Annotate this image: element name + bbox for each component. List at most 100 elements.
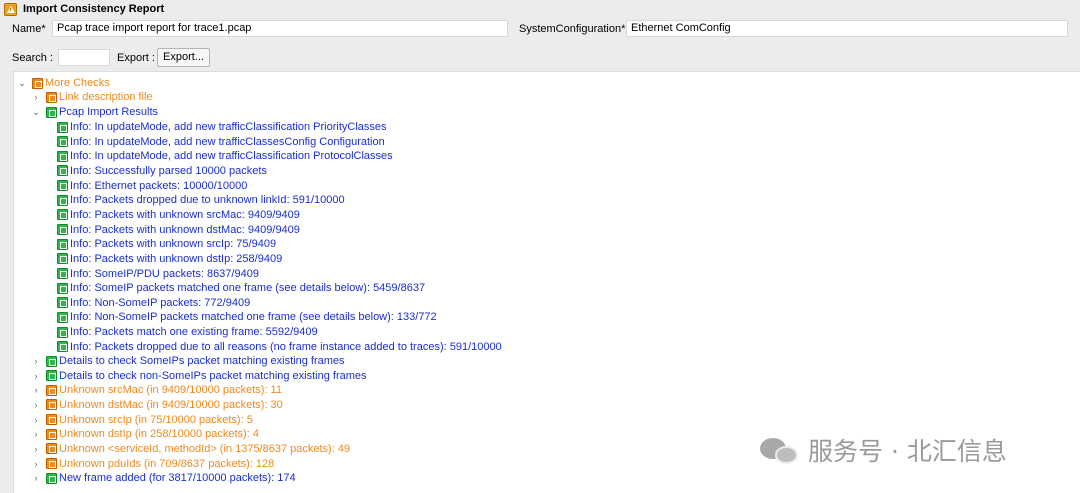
tree-node-group[interactable]: › Details to check SomeIPs packet matchin… — [31, 354, 345, 368]
chevron-down-icon[interactable]: ⌄ — [17, 78, 27, 88]
tree-node-label: Pcap Import Results — [59, 106, 159, 118]
green-document-icon — [46, 472, 57, 484]
tree-node-group[interactable]: › Unknown dstMac (in 9409/10000 packets):… — [31, 398, 283, 412]
tree-node-label: Info: In updateMode, add new trafficClas… — [70, 121, 387, 133]
name-label: Name* — [12, 22, 46, 35]
chevron-right-icon[interactable]: › — [31, 92, 41, 102]
chevron-right-icon[interactable]: › — [31, 400, 41, 410]
green-document-icon — [57, 341, 68, 353]
tree-node-info[interactable]: Info: Packets with unknown dstIp: 258/94… — [57, 252, 282, 266]
tree-node-label: Unknown srcMac (in 9409/10000 packets): … — [59, 384, 282, 397]
green-document-icon — [57, 165, 68, 177]
green-document-icon — [57, 311, 68, 323]
tree-node-label: Info: SomeIP/PDU packets: 8637/9409 — [70, 267, 259, 280]
green-document-icon — [57, 150, 68, 162]
tree-node-info[interactable]: Info: Packets match one existing frame: … — [57, 325, 318, 339]
tree-node-group[interactable]: › New frame added (for 3817/10000 packets… — [31, 471, 296, 485]
chevron-right-icon[interactable]: › — [31, 429, 41, 439]
tree-node-label: Info: Packets dropped due to unknown lin… — [70, 194, 345, 207]
tree-node-info[interactable]: Info: In updateMode, add new trafficClas… — [57, 120, 387, 134]
green-document-icon — [57, 121, 68, 133]
sysconfig-label: SystemConfiguration* — [519, 22, 626, 35]
orange-document-icon — [46, 414, 57, 426]
tree-node-info[interactable]: Info: SomeIP packets matched one frame (… — [57, 281, 425, 295]
orange-document-icon — [46, 399, 57, 411]
tree-node-label: Link description file — [59, 91, 153, 103]
tree-node-group[interactable]: › Unknown pduIds (in 709/8637 packets): 1… — [31, 457, 275, 471]
search-row: Search : Export : Export... — [12, 48, 210, 67]
orange-document-icon — [32, 77, 43, 89]
green-document-icon — [57, 297, 68, 309]
tree-node-label: Info: Ethernet packets: 10000/10000 — [70, 179, 248, 192]
chevron-right-icon[interactable]: › — [31, 444, 41, 454]
green-document-icon — [57, 209, 68, 221]
tree-node-info[interactable]: Info: Packets dropped due to unknown lin… — [57, 193, 345, 207]
tree-node-label: New frame added (for 3817/10000 packets)… — [59, 472, 296, 485]
tree-node-group[interactable]: › Unknown srcMac (in 9409/10000 packets):… — [31, 383, 282, 397]
tree-node-info[interactable]: Info: SomeIP/PDU packets: 8637/9409 — [57, 267, 259, 281]
tree-node-label: Info: In updateMode, add new trafficClas… — [70, 150, 393, 163]
tree-node-info[interactable]: Info: Successfully parsed 10000 packets — [57, 164, 267, 178]
name-field[interactable]: Pcap trace import report for trace1.pcap — [52, 20, 508, 37]
tree-node-label: Info: Successfully parsed 10000 packets — [70, 164, 267, 177]
orange-document-icon — [46, 91, 57, 103]
tree-node-label: Unknown dstMac (in 9409/10000 packets): … — [59, 398, 283, 411]
export-label: Export : — [117, 51, 155, 64]
tree-node-info[interactable]: Info: In updateMode, add new trafficClas… — [57, 149, 393, 163]
green-document-icon — [46, 106, 57, 118]
tree-node-label: Info: Packets with unknown dstIp: 258/94… — [70, 252, 283, 265]
chevron-right-icon[interactable]: › — [31, 473, 41, 483]
search-label: Search : — [12, 51, 53, 64]
tree-node-info[interactable]: Info: Non-SomeIP packets: 772/9409 — [57, 296, 250, 310]
report-tree[interactable]: ⌄ More Checks › Link description file ⌄ … — [13, 71, 1080, 493]
green-document-icon — [57, 180, 68, 192]
tree-node-info[interactable]: Info: In updateMode, add new trafficClas… — [57, 135, 385, 149]
export-button[interactable]: Export... — [157, 48, 210, 67]
tree-node-info[interactable]: Info: Packets with unknown srcIp: 75/940… — [57, 237, 276, 251]
tree-node-more-checks[interactable]: ⌄ More Checks — [17, 76, 110, 90]
tree-node-info[interactable]: Info: Ethernet packets: 10000/10000 — [57, 179, 247, 193]
tree-node-label: Details to check SomeIPs packet matching… — [59, 355, 345, 367]
tree-node-label: Unknown pduIds (in 709/8637 packets): 12… — [59, 457, 275, 470]
green-document-icon — [46, 370, 57, 382]
chevron-down-icon[interactable]: ⌄ — [31, 107, 41, 117]
green-document-icon — [57, 268, 68, 279]
watermark-text: 服务号 · 北汇信息 — [808, 437, 1007, 466]
tree-node-label: Info: Packets match one existing frame: … — [70, 326, 318, 339]
tree-node-pcap-results[interactable]: ⌄ Pcap Import Results — [31, 105, 158, 119]
sysconfig-row: SystemConfiguration* Ethernet ComConfig — [519, 20, 1068, 37]
orange-document-icon — [46, 443, 57, 455]
search-input[interactable] — [58, 49, 110, 66]
tree-node-group[interactable]: › Unknown <serviceId, methodId> (in 1375/… — [31, 442, 351, 456]
chevron-right-icon[interactable]: › — [31, 356, 41, 366]
green-document-icon — [57, 282, 68, 294]
tree-node-group[interactable]: › Unknown dstIp (in 258/10000 packets): 4 — [31, 427, 259, 441]
tree-node-info[interactable]: Info: Packets with unknown dstMac: 9409/… — [57, 223, 300, 237]
tree-node-label: Unknown dstIp (in 258/10000 packets): 4 — [59, 428, 259, 441]
wechat-icon — [760, 436, 800, 464]
tree-node-label: Info: Packets dropped due to all reasons… — [70, 340, 502, 353]
chevron-right-icon[interactable]: › — [31, 371, 41, 381]
green-document-icon — [57, 194, 68, 206]
tree-node-label: Details to check non-SomeIPs packet matc… — [59, 369, 367, 382]
tree-node-group[interactable]: › Details to check non-SomeIPs packet mat… — [31, 369, 367, 383]
tree-node-label: Unknown <serviceId, methodId> (in 1375/8… — [59, 442, 351, 455]
tree-node-info[interactable]: Info: Packets with unknown srcMac: 9409/… — [57, 208, 300, 222]
name-row: Name* Pcap trace import report for trace… — [12, 20, 508, 37]
tree-node-label: Info: In updateMode, add new trafficClas… — [70, 135, 385, 148]
chevron-right-icon[interactable]: › — [31, 415, 41, 425]
sysconfig-field[interactable]: Ethernet ComConfig — [626, 20, 1068, 37]
window-titlebar: Import Consistency Report — [0, 0, 1080, 18]
chevron-right-icon[interactable]: › — [31, 385, 41, 395]
tree-node-info[interactable]: Info: Packets dropped due to all reasons… — [57, 340, 502, 354]
tree-node-link-description[interactable]: › Link description file — [31, 90, 153, 104]
tree-node-label: Info: Packets with unknown dstMac: 9409/… — [70, 223, 300, 236]
warning-icon — [4, 2, 17, 16]
tree-node-label: Unknown srcIp (in 75/10000 packets): 5 — [59, 413, 253, 426]
tree-node-group[interactable]: › Unknown srcIp (in 75/10000 packets): 5 — [31, 413, 253, 427]
tree-node-info[interactable]: Info: Non-SomeIP packets matched one fra… — [57, 310, 437, 324]
green-document-icon — [57, 136, 68, 148]
green-document-icon — [57, 326, 68, 338]
chevron-right-icon[interactable]: › — [31, 459, 41, 469]
tree-node-label: Info: Non-SomeIP packets matched one fra… — [70, 311, 437, 324]
